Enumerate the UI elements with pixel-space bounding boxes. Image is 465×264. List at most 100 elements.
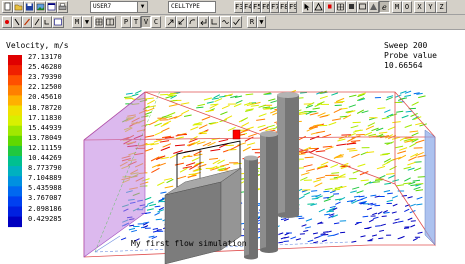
velocity-vector bbox=[312, 232, 318, 235]
velocity-vector bbox=[144, 135, 155, 138]
line-icon[interactable] bbox=[32, 16, 42, 28]
chevron-down-icon[interactable]: ▼ bbox=[82, 16, 92, 28]
chevron-down-icon[interactable]: ▼ bbox=[137, 2, 147, 12]
pencil-icon[interactable] bbox=[22, 16, 32, 28]
velocity-vector bbox=[378, 131, 388, 134]
velocity-vector bbox=[415, 183, 424, 185]
stream-icon[interactable] bbox=[220, 16, 231, 28]
o-button[interactable]: O bbox=[402, 1, 412, 13]
probe-icon[interactable] bbox=[324, 1, 335, 13]
view-t-button[interactable]: T bbox=[131, 16, 141, 28]
velocity-vector bbox=[416, 196, 423, 200]
velocity-vector bbox=[129, 224, 135, 227]
print-icon[interactable] bbox=[57, 1, 68, 13]
velocity-vector bbox=[300, 91, 308, 94]
velocity-vector bbox=[417, 231, 423, 234]
pointer-icon[interactable] bbox=[12, 16, 22, 28]
velocity-vector bbox=[377, 107, 386, 110]
save-disk-icon[interactable] bbox=[24, 1, 35, 13]
velocity-vector bbox=[305, 168, 315, 172]
velocity-vector bbox=[298, 195, 305, 200]
grid-view-icon[interactable] bbox=[94, 16, 104, 28]
legend-value: 23.79390 bbox=[28, 73, 62, 82]
curve-arrow-icon[interactable] bbox=[187, 16, 198, 28]
italic-e-icon[interactable]: e bbox=[379, 1, 390, 13]
probe-marker[interactable] bbox=[232, 129, 241, 140]
return-arrow-icon[interactable] bbox=[198, 16, 209, 28]
type-combo[interactable]: CELLTYPE bbox=[168, 1, 216, 13]
velocity-vector bbox=[278, 232, 284, 235]
f6-button[interactable]: F6 bbox=[261, 1, 270, 13]
velocity-vector bbox=[303, 164, 313, 168]
rotate-icon[interactable] bbox=[42, 16, 52, 28]
velocity-vector bbox=[146, 107, 155, 112]
help-arrow-icon[interactable] bbox=[302, 1, 313, 13]
velocity-vector bbox=[362, 215, 369, 218]
f5-button[interactable]: F5 bbox=[252, 1, 261, 13]
velocity-vector bbox=[407, 167, 415, 171]
m-button[interactable]: M bbox=[392, 1, 402, 13]
velocity-vector bbox=[340, 231, 346, 234]
velocity-vector bbox=[245, 93, 254, 96]
triangle-icon[interactable] bbox=[313, 1, 324, 13]
velocity-vector bbox=[415, 122, 424, 126]
velocity-vector bbox=[348, 104, 356, 108]
velocity-vector bbox=[307, 203, 315, 205]
object-combo[interactable]: USER7 ▼ bbox=[90, 1, 148, 13]
chevron-down-icon[interactable]: ▼ bbox=[257, 16, 266, 28]
velocity-vector bbox=[147, 201, 154, 205]
check-arrow-icon[interactable] bbox=[231, 16, 242, 28]
window-icon[interactable] bbox=[46, 1, 57, 13]
velocity-vector bbox=[327, 234, 334, 237]
velocity-vector bbox=[371, 234, 378, 237]
velocity-vector bbox=[359, 171, 369, 176]
velocity-vector bbox=[146, 99, 155, 105]
f3-button[interactable]: F3 bbox=[234, 1, 243, 13]
view-r-button[interactable]: R bbox=[247, 16, 257, 28]
rectangle-icon[interactable] bbox=[357, 1, 368, 13]
velocity-vector bbox=[392, 203, 398, 207]
image-icon[interactable] bbox=[35, 1, 46, 13]
view-m-button[interactable]: M bbox=[72, 16, 82, 28]
velocity-vector bbox=[174, 144, 185, 147]
velocity-vector bbox=[409, 142, 417, 148]
graphics-viewport[interactable]: Velocity, m/s 27.13170 25.46280 23.79390 22… bbox=[0, 31, 465, 264]
velocity-vector bbox=[409, 203, 416, 207]
velocity-vector bbox=[318, 234, 324, 238]
view-p-button[interactable]: P bbox=[121, 16, 131, 28]
delta-icon[interactable] bbox=[368, 1, 379, 13]
velocity-vector bbox=[333, 108, 343, 114]
square-icon[interactable] bbox=[346, 1, 357, 13]
sweep-readout: Sweep 200 bbox=[384, 41, 428, 50]
f8-button[interactable]: F8 bbox=[279, 1, 288, 13]
velocity-vector bbox=[144, 111, 152, 116]
layout-icon[interactable] bbox=[104, 16, 116, 28]
pin-icon[interactable] bbox=[2, 16, 12, 28]
view-v-button[interactable]: V bbox=[141, 16, 151, 28]
velocity-vector bbox=[160, 146, 171, 151]
grid-icon[interactable] bbox=[335, 1, 346, 13]
velocity-vector bbox=[352, 186, 360, 190]
velocity-vector bbox=[213, 94, 221, 99]
view-c-button[interactable]: C bbox=[151, 16, 161, 28]
velocity-vector bbox=[394, 218, 400, 221]
angle-arrow-icon[interactable] bbox=[209, 16, 220, 28]
new-file-icon[interactable] bbox=[2, 1, 13, 13]
velocity-vector bbox=[350, 190, 357, 193]
x-axis-button[interactable]: X bbox=[414, 1, 425, 13]
arrow-ne-icon[interactable] bbox=[165, 16, 176, 28]
f9-button[interactable]: F9 bbox=[288, 1, 297, 13]
z-axis-button[interactable]: Z bbox=[436, 1, 447, 13]
arrow-sw-icon[interactable] bbox=[176, 16, 187, 28]
velocity-vector bbox=[303, 230, 309, 232]
y-axis-button[interactable]: Y bbox=[425, 1, 436, 13]
window-view-icon[interactable] bbox=[52, 16, 64, 28]
velocity-vector bbox=[384, 182, 392, 185]
open-folder-icon[interactable] bbox=[13, 1, 24, 13]
legend-title: Velocity, m/s bbox=[6, 41, 69, 50]
f4-button[interactable]: F4 bbox=[243, 1, 252, 13]
f7-button[interactable]: F7 bbox=[270, 1, 279, 13]
main-toolbar: USER7 ▼ CELLTYPE F3 F4 F5 F6 F7 F8 F9 e … bbox=[0, 0, 465, 15]
velocity-vector bbox=[290, 236, 297, 240]
velocity-vector bbox=[323, 197, 330, 199]
